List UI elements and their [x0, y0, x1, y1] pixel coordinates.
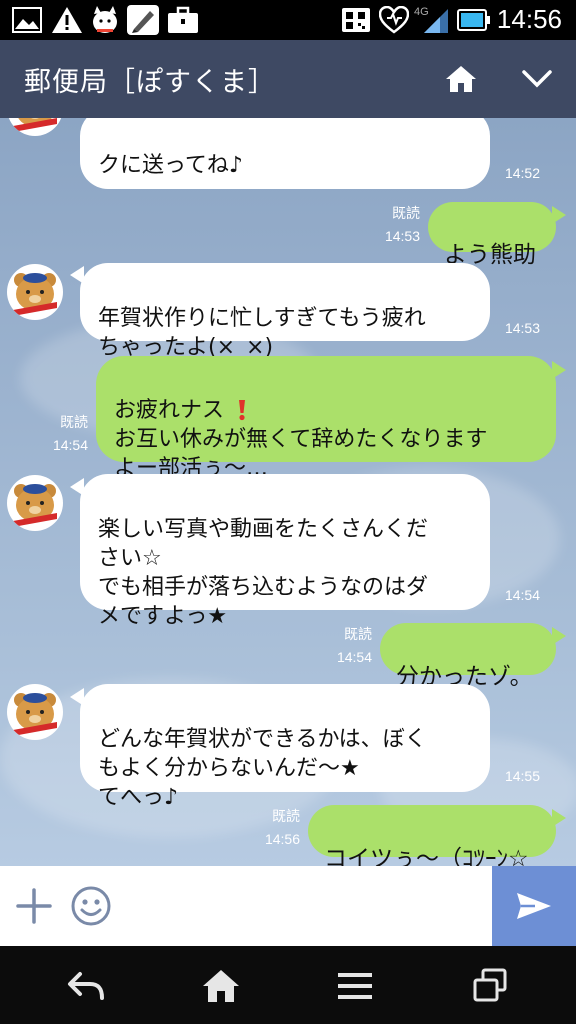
message-bubble[interactable]: クに送ってね♪	[80, 118, 490, 189]
message-bubble[interactable]: よう熊助	[428, 202, 556, 268]
warning-icon	[50, 6, 84, 34]
home-icon	[446, 66, 476, 92]
avatar[interactable]	[7, 684, 63, 740]
smiley-icon	[71, 886, 111, 926]
avatar[interactable]	[7, 475, 63, 531]
read-receipt: 既読	[60, 415, 88, 431]
message-time: 14:55	[504, 768, 540, 784]
add-button[interactable]	[14, 886, 54, 926]
heart-icon	[378, 6, 410, 34]
status-bar: 4G 14:56	[0, 0, 576, 40]
message-text: コイツぅ〜（ｺﾂｰﾝ☆	[324, 846, 529, 866]
avatar[interactable]	[7, 264, 63, 320]
message-bubble[interactable]: お疲れナス お互い休みが無くて辞めたくなります よー部活ぅ〜…	[96, 356, 556, 481]
signal-icon: 4G	[414, 6, 450, 34]
message-bubble[interactable]: 年賀状作りに忙しすぎてもう疲れ ちゃったよ(×_×)	[80, 263, 490, 360]
recent-apps-button[interactable]	[466, 962, 514, 1010]
home-nav-button[interactable]	[197, 962, 245, 1010]
collapse-button[interactable]	[514, 56, 560, 102]
exclamation-icon	[237, 370, 247, 421]
back-button[interactable]	[62, 962, 110, 1010]
chat-header: 郵便局［ぽすくま］	[0, 40, 576, 118]
message-bubble[interactable]: 分かったゾ。	[380, 623, 556, 690]
message-time: 14:54	[504, 587, 540, 603]
message-time: 14:52	[504, 165, 540, 181]
message-text: 年賀状作りに忙しすぎてもう疲れ ちゃったよ(×_×)	[98, 306, 426, 360]
system-nav-bar	[0, 946, 576, 1024]
message-input-bar	[0, 866, 576, 946]
network-type-label: 4G	[414, 6, 429, 18]
message-bubble[interactable]: どんな年賀状ができるかは、ぼく もよく分からないんだ〜★ てへっ♪	[80, 684, 490, 810]
menu-button[interactable]	[331, 962, 379, 1010]
recent-apps-icon	[473, 968, 507, 1002]
message-time: 14:54	[336, 649, 372, 665]
chevron-down-icon	[522, 70, 552, 88]
message-input[interactable]	[124, 880, 488, 934]
plus-icon	[16, 888, 52, 924]
message-time: 14:53	[384, 228, 420, 244]
send-button[interactable]	[492, 866, 576, 946]
home-icon	[203, 970, 239, 1002]
message-time: 14:53	[504, 320, 540, 336]
message-time: 14:54	[52, 437, 88, 453]
home-button[interactable]	[438, 56, 484, 102]
read-receipt: 既読	[272, 809, 300, 825]
pen-icon	[126, 5, 160, 35]
send-icon	[517, 893, 551, 919]
clock: 14:56	[496, 4, 562, 34]
message-time: 14:56	[264, 831, 300, 847]
image-icon	[10, 6, 44, 34]
back-icon	[68, 972, 104, 1000]
qr-icon	[340, 6, 372, 34]
chat-title: 郵便局［ぽすくま］	[24, 67, 276, 98]
dog-icon	[88, 6, 122, 34]
read-receipt: 既読	[344, 627, 372, 643]
emoji-button[interactable]	[70, 885, 112, 927]
message-bubble[interactable]: コイツぅ〜（ｺﾂｰﾝ☆	[308, 805, 556, 866]
message-text: クに送ってね♪	[98, 153, 243, 178]
read-receipt: 既読	[392, 206, 420, 222]
message-text: 楽しい写真や動画をたくさんくだ さい☆ でも相手が落ち込むようなのはダ メですよ…	[98, 517, 429, 629]
message-bubble[interactable]: 楽しい写真や動画をたくさんくだ さい☆ でも相手が落ち込むようなのはダ メですよ…	[80, 474, 490, 629]
menu-icon	[338, 973, 372, 999]
avatar[interactable]	[7, 118, 63, 136]
battery-icon	[456, 6, 492, 34]
chat-area[interactable]: クに送ってね♪ 14:52 既読 14:53 よう熊助 年賀状作りに忙しすぎても…	[0, 118, 576, 866]
briefcase-icon	[166, 6, 200, 34]
